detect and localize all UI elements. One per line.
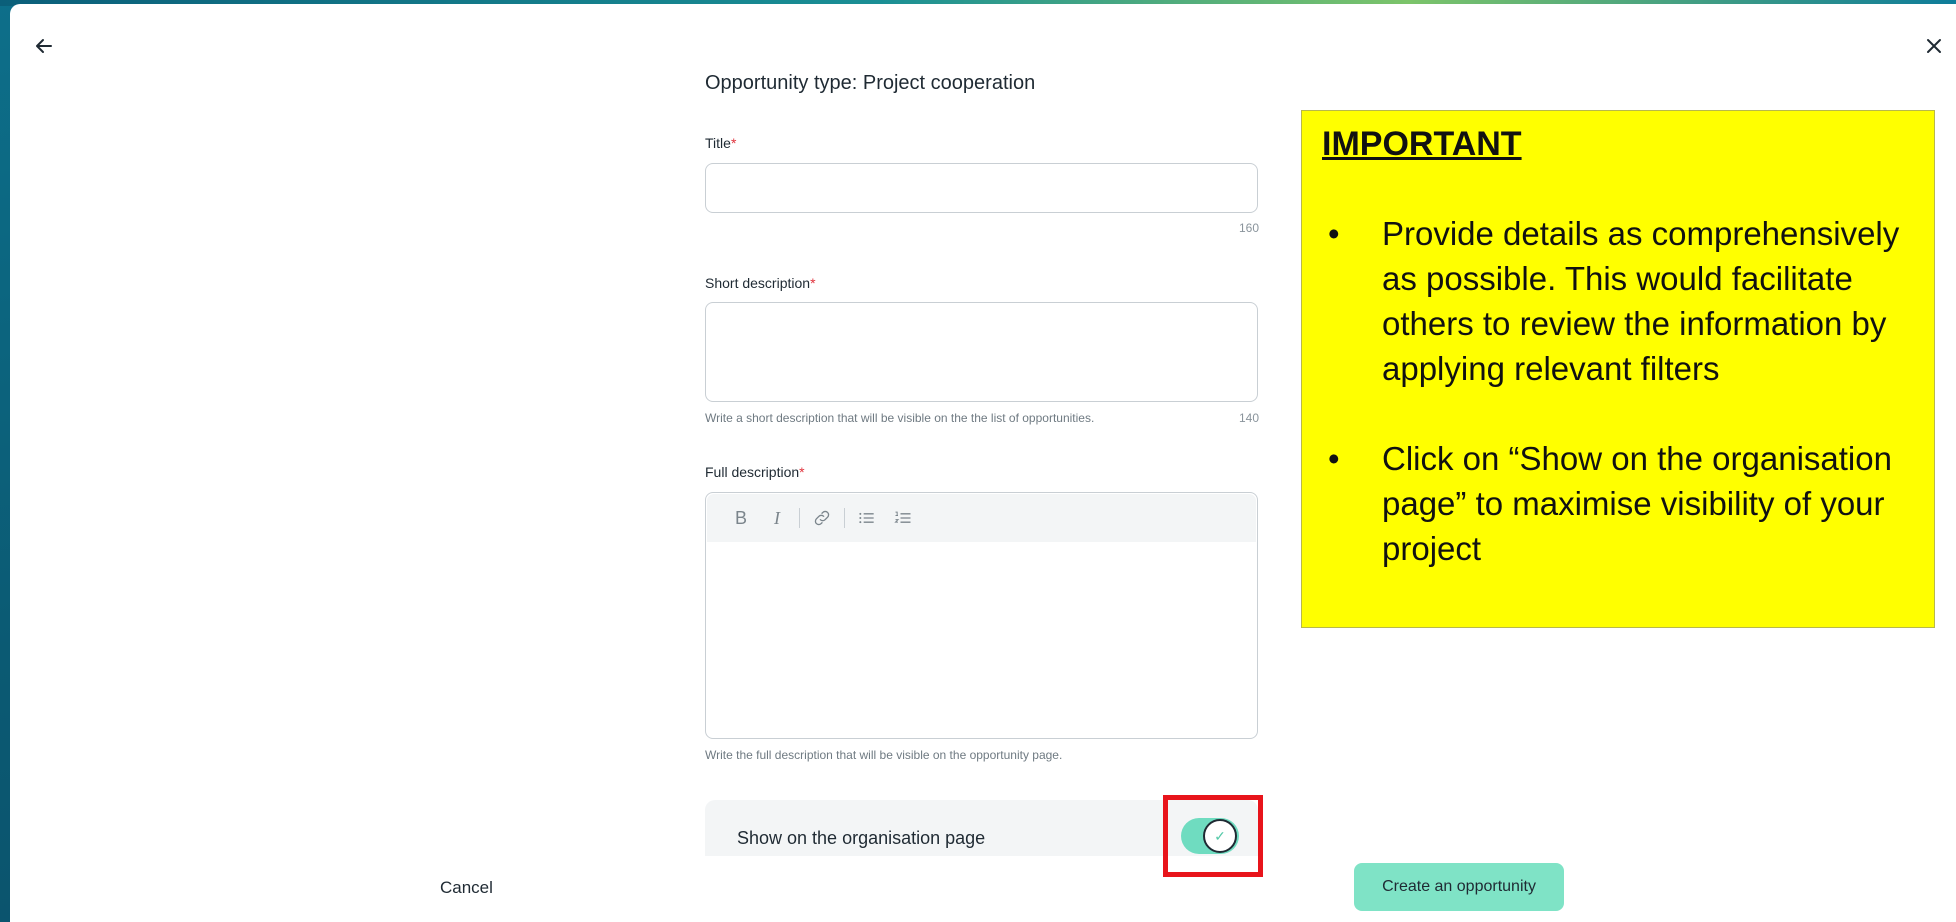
bullet-list-button[interactable] (849, 502, 885, 534)
numbered-list-button[interactable] (885, 502, 921, 534)
toolbar-divider (799, 508, 800, 528)
callout-bullet-text: Provide details as comprehensively as po… (1382, 215, 1900, 387)
rich-text-toolbar: B I (707, 494, 1256, 542)
title-input[interactable] (706, 164, 1257, 212)
important-callout: IMPORTANT • Provide details as comprehen… (1301, 110, 1935, 628)
bullet-list-icon (859, 512, 874, 524)
callout-title: IMPORTANT (1322, 125, 1522, 163)
callout-bullet-item: • Provide details as comprehensively as … (1322, 211, 1922, 391)
full-description-label: Full description* (705, 464, 805, 480)
italic-button[interactable]: I (759, 502, 795, 534)
link-icon (814, 510, 830, 526)
link-button[interactable] (804, 502, 840, 534)
bullet-glyph: • (1328, 215, 1340, 252)
required-mark: * (799, 464, 805, 480)
short-description-field[interactable] (705, 302, 1258, 402)
short-description-input[interactable] (706, 303, 1257, 401)
required-mark: * (730, 135, 737, 151)
show-on-organisation-label: Show on the organisation page (737, 828, 986, 848)
short-description-label-text: Short description (705, 275, 811, 291)
close-icon[interactable] (1922, 34, 1946, 58)
callout-bullet-item: • Click on “Show on the organisation pag… (1322, 436, 1922, 571)
full-description-label-text: Full description (705, 464, 800, 480)
callout-bullet-text: Click on “Show on the organisation page”… (1382, 440, 1892, 567)
title-char-counter: 160 (1238, 221, 1259, 235)
title-label: Title* (705, 135, 736, 151)
cancel-button[interactable]: Cancel (434, 877, 499, 899)
short-description-label: Short description* (705, 275, 816, 291)
required-mark: * (810, 275, 816, 291)
title-field[interactable] (705, 163, 1258, 213)
bullet-glyph: • (1328, 440, 1340, 477)
full-description-editor[interactable]: B I (705, 492, 1258, 788)
bold-icon: B (734, 507, 747, 528)
italic-icon: I (774, 507, 780, 528)
highlight-annotation-box (1163, 795, 1263, 877)
callout-bullet-list: • Provide details as comprehensively as … (1322, 211, 1922, 616)
numbered-list-icon (894, 511, 911, 523)
back-arrow-icon[interactable] (32, 34, 56, 58)
title-label-text: Title (705, 135, 731, 151)
create-opportunity-button[interactable]: Create an opportunity (1354, 863, 1564, 911)
short-description-hint: Write a short description that will be v… (705, 411, 1095, 425)
full-description-hint: Write the full description that will be … (705, 748, 1063, 762)
bold-button[interactable]: B (723, 502, 759, 534)
short-description-char-counter: 140 (1238, 411, 1259, 425)
toolbar-divider (844, 508, 845, 528)
page-title: Opportunity type: Project cooperation (705, 72, 1036, 94)
